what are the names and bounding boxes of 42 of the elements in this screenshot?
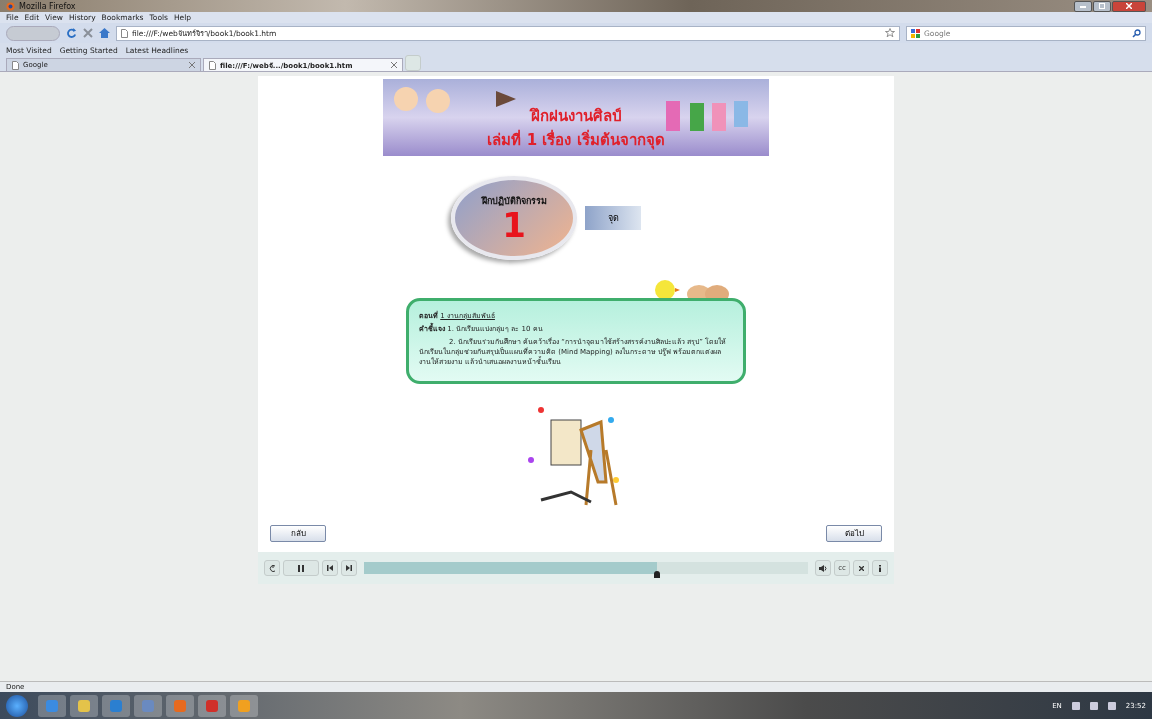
close-button[interactable] <box>1112 0 1146 12</box>
reload-icon[interactable] <box>66 27 77 39</box>
window-title: Mozilla Firefox <box>19 1 76 11</box>
progress-thumb[interactable] <box>654 571 661 578</box>
close-icon <box>1126 3 1132 9</box>
previous-button[interactable] <box>322 560 338 576</box>
maximize-button[interactable] <box>1093 0 1111 12</box>
pause-icon <box>298 564 304 572</box>
taskbar-app-icon[interactable] <box>70 694 98 717</box>
home-icon[interactable] <box>99 28 110 38</box>
taskbar-app-icon[interactable] <box>230 694 258 717</box>
banner-title: ฝึกฝนงานศิลป์ <box>530 106 622 127</box>
close-icon <box>858 565 864 571</box>
activity-heading: ฝึกปฏิบัติกิจกรรม <box>481 195 547 208</box>
back-button[interactable]: กลับ <box>270 525 326 542</box>
page-icon <box>209 60 216 70</box>
taskbar-app-icon[interactable] <box>38 694 66 717</box>
next-button[interactable]: ต่อไป <box>826 525 882 542</box>
skip-back-icon <box>327 565 333 571</box>
start-button[interactable] <box>6 694 28 717</box>
close-icon[interactable] <box>189 62 195 68</box>
pause-button[interactable] <box>283 560 319 576</box>
volume-button[interactable] <box>815 560 831 576</box>
google-logo-icon <box>911 28 920 38</box>
page-icon <box>121 28 128 38</box>
info-button[interactable] <box>872 560 888 576</box>
search-icon[interactable] <box>1132 28 1141 38</box>
activity-number: 1 <box>502 208 526 242</box>
minimize-button[interactable] <box>1074 0 1092 12</box>
rewind-icon <box>268 564 276 572</box>
rewind-button[interactable] <box>264 560 280 576</box>
close-icon[interactable] <box>391 62 397 68</box>
skip-forward-icon <box>346 565 352 571</box>
banner-subtitle: เล่มที่ 1 เรื่อง เริ่มต้นจากจุด <box>487 128 665 152</box>
star-icon[interactable] <box>885 28 895 38</box>
page-icon <box>12 60 19 70</box>
stop-icon[interactable] <box>83 28 93 38</box>
firefox-logo-icon <box>6 1 15 11</box>
maximize-icon <box>1099 3 1105 9</box>
next-track-button[interactable] <box>341 560 357 576</box>
minimize-icon <box>1080 4 1086 8</box>
topic-label: จุด <box>585 206 641 230</box>
